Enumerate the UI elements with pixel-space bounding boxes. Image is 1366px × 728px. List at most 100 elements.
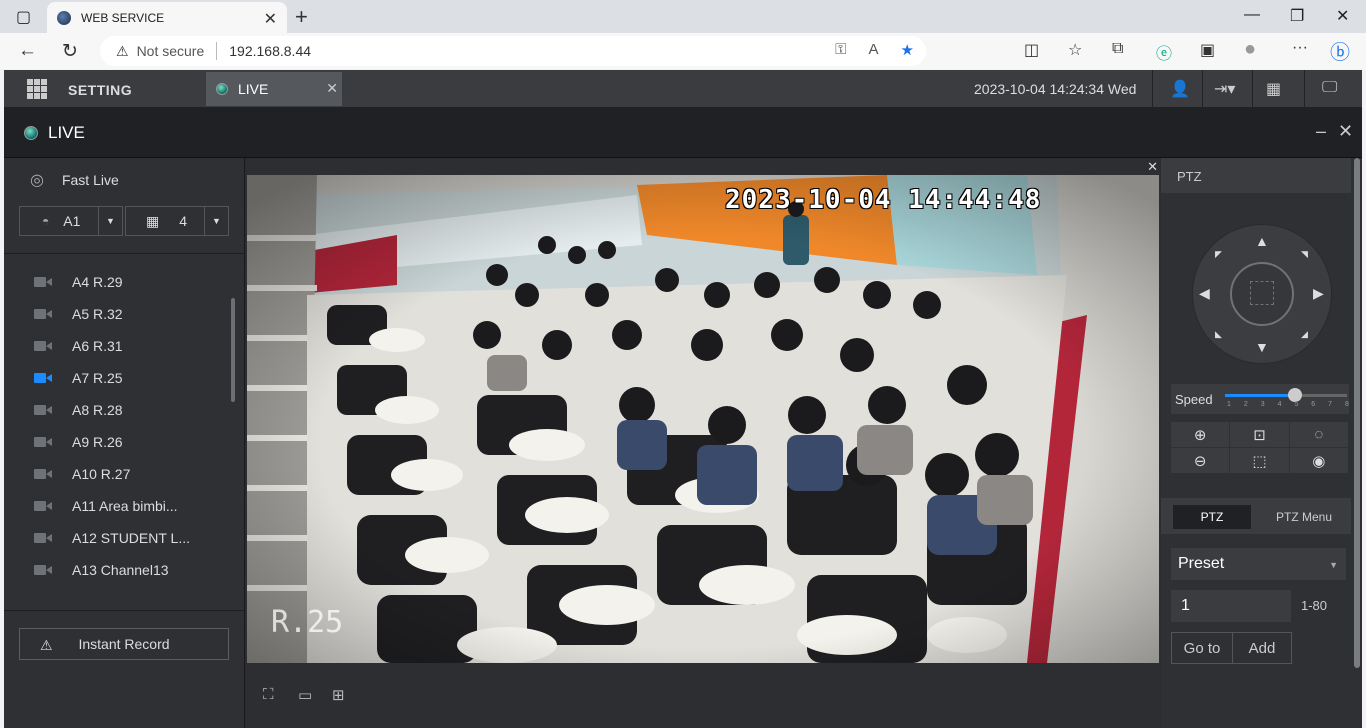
- camera-icon: [34, 340, 52, 352]
- chevron-down-icon: ▼: [1329, 560, 1338, 570]
- performance-icon[interactable]: ⓔ: [1156, 40, 1172, 64]
- bing-icon[interactable]: ⓑ: [1330, 36, 1350, 65]
- channel-label: A13 Channel13: [72, 562, 169, 578]
- live-logo-icon: [24, 126, 38, 140]
- close-tab-live-icon[interactable]: ✕: [326, 80, 338, 97]
- video-feed[interactable]: 2023-10-04 14:44:48 R.25: [247, 175, 1159, 663]
- more-icon[interactable]: ···: [1292, 39, 1308, 57]
- sidebar-divider: [4, 610, 245, 611]
- security-label[interactable]: Not secure: [137, 43, 205, 59]
- fast-live-button[interactable]: ◎ Fast Live: [30, 170, 119, 190]
- channel-item[interactable]: A6 R.31: [4, 330, 234, 362]
- channel-item-active[interactable]: A7 R.25: [4, 362, 234, 394]
- ptz-tabs: PTZ PTZ Menu: [1161, 498, 1351, 534]
- dome-camera-icon: ◓: [42, 214, 50, 228]
- arrow-left-icon[interactable]: ◀: [1199, 285, 1210, 302]
- channel-item[interactable]: A12 STUDENT L...: [4, 522, 234, 554]
- browser-tab[interactable]: WEB SERVICE ✕: [47, 2, 287, 33]
- tab-live[interactable]: LIVE ✕: [206, 72, 342, 106]
- focus-near-icon[interactable]: ⊡: [1230, 422, 1290, 448]
- warning-triangle-icon: ⚠: [40, 637, 53, 653]
- qr-code-icon[interactable]: ▦: [1266, 79, 1281, 99]
- speed-tick: 2: [1243, 401, 1248, 408]
- favorite-star-icon[interactable]: ★: [901, 41, 914, 59]
- preset-select-value: Preset: [1178, 555, 1225, 572]
- speed-ticks: 1 2 3 4 5 6 7 8: [1227, 401, 1349, 408]
- fit-window-icon[interactable]: ⛶: [263, 686, 274, 703]
- chevron-down-icon[interactable]: ▼: [204, 207, 228, 235]
- arrow-right-icon[interactable]: ▶: [1313, 285, 1324, 302]
- channel-item[interactable]: A9 R.26: [4, 426, 234, 458]
- goto-preset-button[interactable]: Go to: [1171, 632, 1233, 664]
- video-timestamp-overlay: 2023-10-04 14:44:48: [725, 185, 1042, 215]
- key-icon[interactable]: ⚿: [835, 41, 846, 59]
- close-panel-icon[interactable]: ✕: [1338, 121, 1353, 142]
- channel-item[interactable]: A5 R.32: [4, 298, 234, 330]
- single-split-icon[interactable]: ▭: [298, 686, 312, 704]
- arrow-down-right-icon[interactable]: ◢: [1301, 329, 1308, 340]
- tab-actions-icon[interactable]: ▢: [16, 7, 31, 27]
- arrow-down-left-icon[interactable]: ◣: [1215, 329, 1222, 340]
- camera-icon: [34, 404, 52, 416]
- focus-far-icon[interactable]: ⬚: [1230, 448, 1290, 474]
- arrow-up-icon[interactable]: ▲: [1255, 233, 1269, 249]
- browser-tabstrip: ▢ WEB SERVICE ✕ + — ❐ ✕: [0, 0, 1366, 33]
- preset-number-input[interactable]: 1: [1171, 590, 1291, 622]
- instant-record-button[interactable]: ⚠ Instant Record: [19, 628, 229, 660]
- zoom-out-icon[interactable]: ⊖: [1171, 448, 1231, 474]
- arrow-up-right-icon[interactable]: ◥: [1301, 249, 1308, 260]
- new-tab-icon[interactable]: +: [295, 4, 308, 30]
- camera-icon: [34, 564, 52, 576]
- read-aloud-icon[interactable]: A: [869, 41, 879, 59]
- zoom-in-icon[interactable]: ⊕: [1171, 422, 1231, 448]
- logout-icon[interactable]: ⇥▾: [1214, 79, 1235, 99]
- iris-open-icon[interactable]: ◌: [1289, 422, 1349, 448]
- refresh-icon[interactable]: ↻: [62, 40, 78, 63]
- minimize-panel-icon[interactable]: –: [1316, 121, 1326, 142]
- quad-split-icon[interactable]: ⊞: [332, 686, 345, 704]
- url-text[interactable]: 192.168.8.44: [229, 43, 311, 59]
- preset-range-hint: 1-80: [1301, 598, 1328, 613]
- speed-slider[interactable]: [1225, 388, 1347, 402]
- channel-item[interactable]: A13 Channel13: [4, 554, 234, 586]
- channel-item[interactable]: A11 Area bimbi...: [4, 490, 234, 522]
- split-grid-icon: ▦: [146, 212, 160, 229]
- ptz-panel-scrollbar[interactable]: [1354, 158, 1360, 668]
- add-preset-button[interactable]: Add: [1232, 632, 1292, 664]
- profile-icon[interactable]: ●: [1244, 38, 1256, 61]
- browser-essentials-icon[interactable]: ▣: [1200, 40, 1215, 60]
- channel-item[interactable]: A10 R.27: [4, 458, 234, 490]
- split-screen-icon[interactable]: ◫: [1024, 40, 1039, 60]
- site-favicon: [57, 10, 71, 25]
- preset-select[interactable]: Preset ▼: [1171, 548, 1346, 580]
- ptz-panel: PTZ ▲ ▼ ◀ ▶ ◤ ◥ ◣ ◢ Speed 1 2 3 4 5 6 7 …: [1161, 158, 1362, 728]
- address-bar[interactable]: ⚠ Not secure 192.168.8.44 ⚿ A ★: [100, 36, 926, 66]
- close-tab-icon[interactable]: ✕: [264, 9, 277, 29]
- channel-list-scrollbar[interactable]: [231, 298, 235, 402]
- arrow-up-left-icon[interactable]: ◤: [1215, 249, 1222, 260]
- tab-ptz[interactable]: PTZ: [1173, 505, 1251, 529]
- iris-close-icon[interactable]: ◉: [1289, 448, 1349, 474]
- minimize-icon[interactable]: —: [1244, 6, 1260, 24]
- speed-slider-handle[interactable]: [1287, 388, 1302, 402]
- favorites-icon[interactable]: ☆: [1068, 40, 1082, 60]
- user-icon[interactable]: 👤: [1170, 79, 1190, 99]
- close-video-icon[interactable]: ✕: [1147, 159, 1158, 175]
- speed-tick: 8: [1345, 401, 1349, 408]
- tab-ptz-menu[interactable]: PTZ Menu: [1261, 505, 1347, 529]
- ptz-center-button[interactable]: [1230, 262, 1294, 326]
- collections-icon[interactable]: ⧉: [1112, 40, 1123, 58]
- channel-item[interactable]: A8 R.28: [4, 394, 234, 426]
- ptz-direction-dial[interactable]: ▲ ▼ ◀ ▶ ◤ ◥ ◣ ◢: [1192, 224, 1332, 364]
- setting-menu[interactable]: SETTING: [68, 82, 132, 98]
- main-menu-grid-icon[interactable]: [27, 79, 47, 99]
- back-icon[interactable]: ←: [18, 40, 37, 62]
- close-window-icon[interactable]: ✕: [1336, 6, 1349, 26]
- group-select[interactable]: ◓ A1 ▼: [19, 206, 123, 236]
- chevron-down-icon[interactable]: ▼: [98, 207, 122, 235]
- arrow-down-icon[interactable]: ▼: [1255, 339, 1269, 355]
- restore-icon[interactable]: ❐: [1290, 6, 1304, 26]
- channel-item[interactable]: A4 R.29: [4, 266, 234, 298]
- split-select[interactable]: ▦ 4 ▼: [125, 206, 229, 236]
- fullscreen-monitor-icon[interactable]: 🖵: [1322, 79, 1337, 97]
